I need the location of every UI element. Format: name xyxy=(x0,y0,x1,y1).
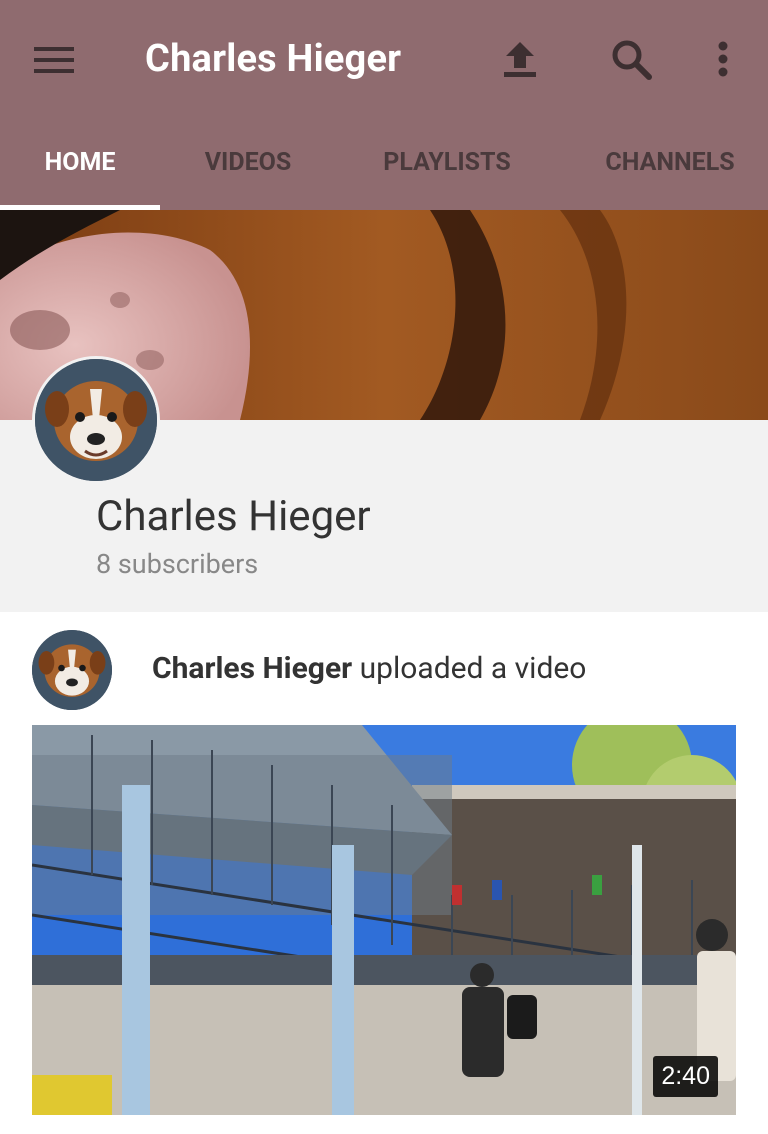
tab-home[interactable]: HOME xyxy=(0,120,160,210)
tab-playlists[interactable]: PLAYLISTS xyxy=(352,120,542,210)
channel-avatar[interactable] xyxy=(32,356,160,484)
video-thumbnail[interactable]: 2:40 xyxy=(32,725,736,1115)
search-icon[interactable] xyxy=(606,34,658,86)
channel-tabs: HOME VIDEOS PLAYLISTS CHANNELS xyxy=(0,120,768,210)
upload-icon[interactable] xyxy=(496,36,544,84)
feed-action: uploaded a video xyxy=(352,651,587,686)
tab-videos[interactable]: VIDEOS xyxy=(170,120,326,210)
video-duration-badge: 2:40 xyxy=(653,1056,718,1097)
channel-name: Charles Hieger xyxy=(96,492,371,541)
app-bar: Charles Hieger xyxy=(0,0,768,120)
feed-activity-text: Charles Hieger uploaded a video xyxy=(152,651,586,686)
app-bar-title: Charles Hieger xyxy=(145,37,402,81)
tab-channels[interactable]: CHANNELS xyxy=(580,120,760,210)
video-thumbnail-image xyxy=(32,725,736,1115)
subscriber-count: 8 subscribers xyxy=(96,548,259,580)
more-vert-icon[interactable] xyxy=(708,38,738,82)
feed-avatar[interactable] xyxy=(32,630,112,710)
bulldog-puppy-image xyxy=(32,630,112,710)
menu-icon[interactable] xyxy=(30,38,82,82)
feed-author-link[interactable]: Charles Hieger xyxy=(152,651,352,686)
bulldog-puppy-image xyxy=(35,359,157,481)
